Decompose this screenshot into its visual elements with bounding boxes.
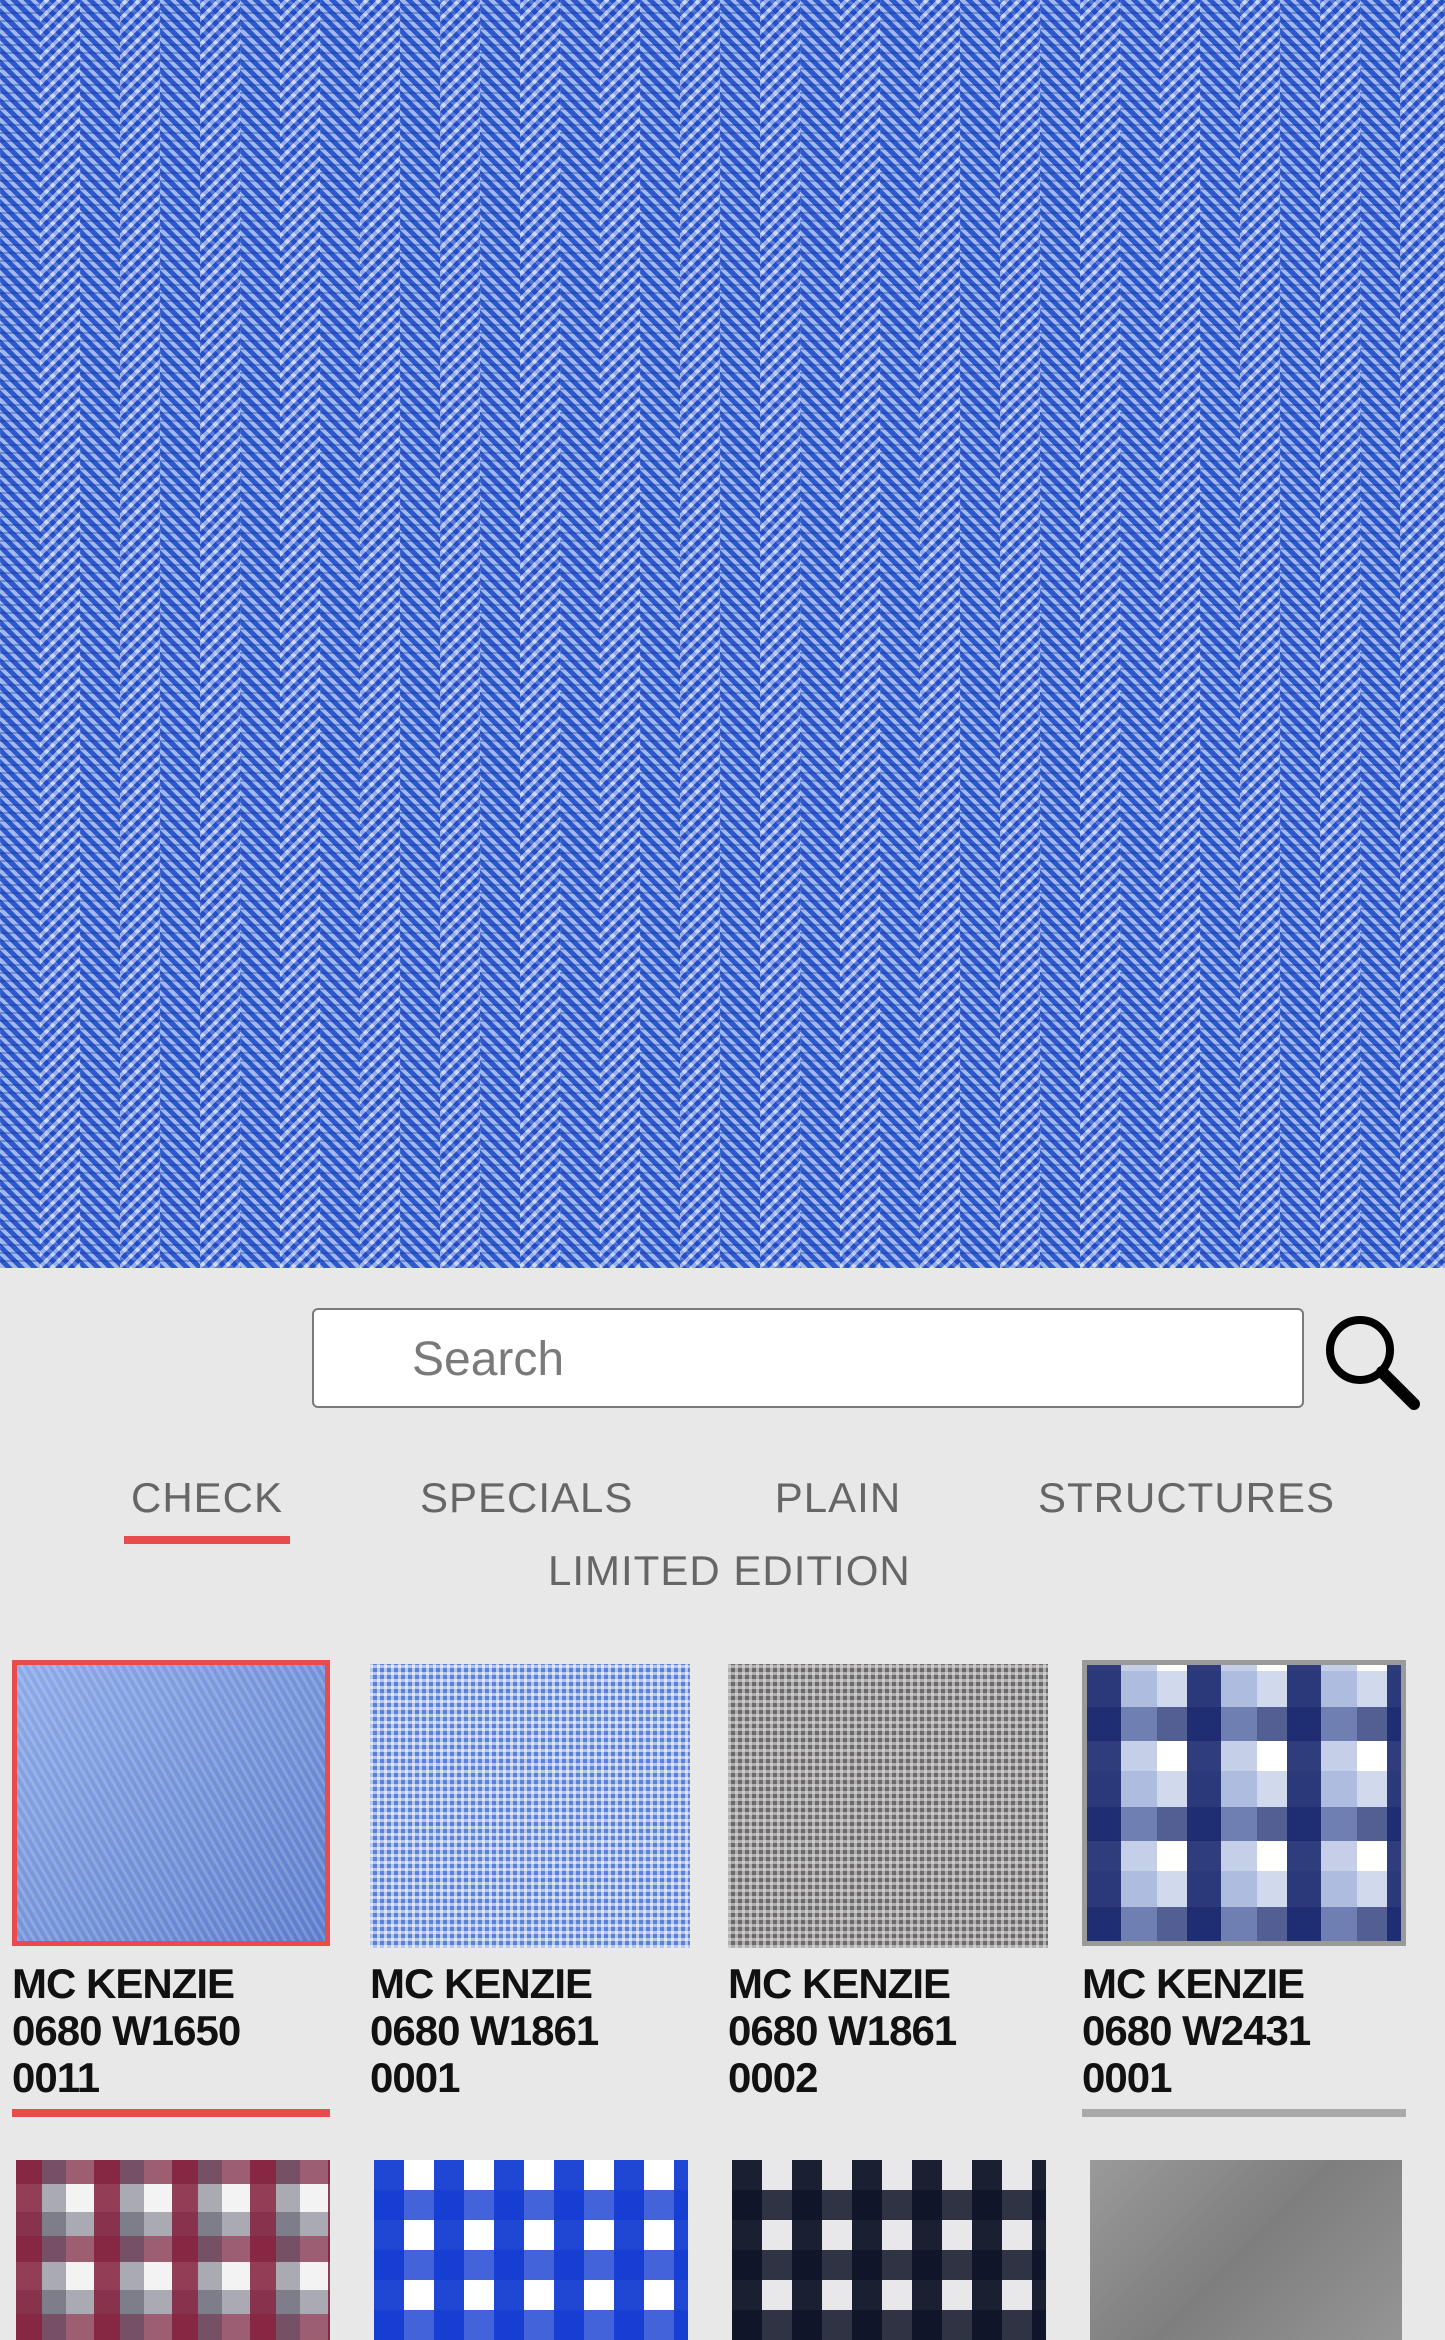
tab-plain[interactable]: PLAIN — [758, 1474, 918, 1522]
search-button[interactable] — [1316, 1306, 1426, 1416]
search-field[interactable] — [312, 1308, 1304, 1408]
fabric-swatch[interactable] — [16, 2160, 330, 2340]
tab-check[interactable]: CHECK — [124, 1474, 290, 1522]
fabric-swatch[interactable]: MC KENZIE 0680 W2431 0001 — [1082, 1660, 1406, 2117]
tab-limited-edition[interactable]: LIMITED EDITION — [548, 1547, 910, 1595]
fabric-swatch[interactable] — [732, 2160, 1046, 2340]
fabric-swatch-image — [370, 1664, 690, 1948]
search-input[interactable] — [410, 1332, 1274, 1386]
fabric-swatch[interactable] — [1090, 2160, 1402, 2340]
highlight-indicator — [1082, 2109, 1406, 2117]
fabric-swatch-image — [1082, 1660, 1406, 1946]
fabric-swatch[interactable]: MC KENZIE 0680 W1650 0011 — [12, 1660, 330, 2117]
fabric-swatch[interactable] — [374, 2160, 688, 2340]
fabric-swatch-image — [12, 1660, 330, 1946]
fabric-swatch[interactable]: MC KENZIE 0680 W1861 0002 — [728, 1664, 1048, 2101]
fabric-swatch-image — [374, 2160, 688, 2340]
fabric-swatch-label: MC KENZIE 0680 W1861 0002 — [728, 1960, 957, 2101]
fabric-swatch-label: MC KENZIE 0680 W1861 0001 — [370, 1960, 599, 2101]
fabric-swatch-label: MC KENZIE 0680 W1650 0011 — [12, 1960, 241, 2101]
fabric-preview — [0, 0, 1445, 1268]
fabric-swatch[interactable]: MC KENZIE 0680 W1861 0001 — [370, 1664, 690, 2101]
tab-specials[interactable]: SPECIALS — [420, 1474, 632, 1522]
search-icon — [1326, 1316, 1420, 1410]
fabric-swatch-image — [732, 2160, 1046, 2340]
fabric-swatch-image — [728, 1664, 1048, 1948]
tab-structures[interactable]: STRUCTURES — [1038, 1474, 1334, 1522]
fabric-swatch-label: MC KENZIE 0680 W2431 0001 — [1082, 1960, 1311, 2101]
tab-check-underline — [124, 1536, 290, 1544]
selected-indicator — [12, 2109, 330, 2117]
fabric-swatch-image — [16, 2160, 330, 2340]
fabric-swatch-image — [1090, 2160, 1402, 2340]
